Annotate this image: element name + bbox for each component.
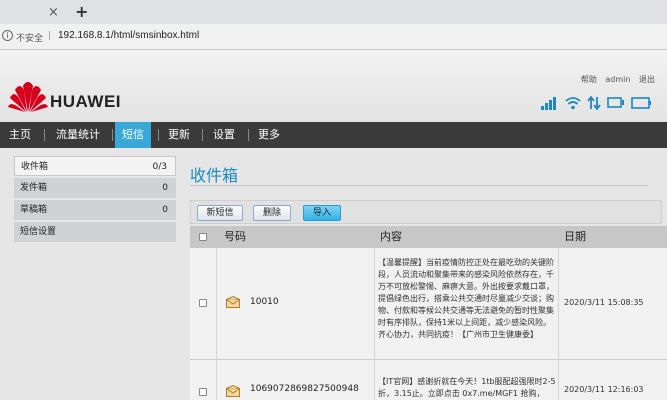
address-bar[interactable]: i 不安全 | 192.168.8.1/html/smsinbox.html — [0, 24, 667, 50]
sidebar-item-outbox[interactable]: 发件箱 0 — [14, 178, 176, 198]
sms-sidebar: 收件箱 0/3 发件箱 0 草稿箱 0 短信设置 — [14, 156, 176, 244]
import-button[interactable]: 导入 — [303, 205, 341, 221]
top-links: 帮助 admin 退出 — [575, 74, 655, 85]
sidebar-item-label: 发件箱 — [20, 183, 48, 193]
sidebar-item-drafts[interactable]: 草稿箱 0 — [14, 200, 176, 220]
page-header: 帮助 admin 退出 HUAWEI — [0, 50, 667, 122]
nav-settings[interactable]: 设置 — [206, 122, 242, 148]
envelope-icon — [226, 385, 240, 397]
delete-button[interactable]: 删除 — [253, 205, 291, 221]
cell-divider — [558, 360, 559, 400]
nav-home[interactable]: 主页 — [0, 122, 40, 148]
message-date: 2020/3/11 15:08:35 — [564, 298, 644, 307]
nav-separator — [112, 129, 113, 141]
new-sms-button[interactable]: 新短信 — [197, 205, 243, 221]
close-tab-icon[interactable]: × — [48, 5, 59, 20]
sidebar-item-inbox[interactable]: 收件箱 0/3 — [14, 156, 176, 176]
sidebar-item-label: 短信设置 — [20, 227, 57, 237]
cell-divider — [216, 248, 217, 359]
address-separator: | — [48, 31, 52, 41]
status-icons — [541, 96, 653, 112]
sidebar-item-label: 收件箱 — [21, 162, 49, 172]
nav-sms[interactable]: 短信 — [115, 122, 151, 148]
table-header: 号码 内容 日期 — [190, 226, 667, 248]
nav-traffic-stats[interactable]: 流量统计 — [48, 122, 108, 148]
user-name: admin — [605, 75, 631, 84]
data-transfer-icon — [587, 96, 601, 110]
title-divider — [190, 185, 648, 186]
signal-icon — [541, 97, 556, 110]
cell-divider — [374, 248, 375, 359]
sender-number: 1069072869827500948 — [250, 384, 359, 394]
column-header-number: 号码 — [224, 230, 246, 243]
sender-number: 10010 — [250, 297, 279, 307]
sidebar-item-count: 0/3 — [152, 162, 167, 172]
row-checkbox[interactable] — [199, 388, 207, 396]
nav-more[interactable]: 更多 — [252, 122, 286, 148]
cell-divider — [374, 360, 375, 400]
row-checkbox[interactable] — [199, 299, 207, 307]
message-table: 号码 内容 日期 10010 【温馨提醒】当前疫情防控正处在最吃劲的关键阶段，人… — [190, 226, 667, 400]
monitor-icon — [607, 97, 624, 108]
router-page: 帮助 admin 退出 HUAWEI 主页 流量统计 短信 更新 设置 更多 收… — [0, 50, 667, 400]
info-icon[interactable]: i — [2, 30, 13, 41]
nav-separator — [44, 129, 45, 141]
select-all-checkbox[interactable] — [199, 233, 207, 241]
column-header-content: 内容 — [380, 230, 402, 243]
envelope-icon — [226, 296, 240, 308]
message-content: 【温馨提醒】当前疫情防控正处在最吃劲的关键阶段，人员流动和聚集带来的感染风险依然… — [378, 258, 554, 339]
url-text[interactable]: 192.168.8.1/html/smsinbox.html — [58, 30, 199, 41]
table-row[interactable]: 10010 【温馨提醒】当前疫情防控正处在最吃劲的关键阶段，人员流动和聚集带来的… — [190, 248, 667, 360]
browser-tab-strip: × + — [0, 0, 667, 24]
sidebar-item-count: 0 — [162, 183, 168, 193]
sms-toolbar: 新短信 删除 导入 — [190, 200, 662, 224]
sidebar-item-label: 草稿箱 — [20, 205, 48, 215]
page-title: 收件箱 — [190, 166, 239, 185]
message-content: 【IT官网】感谢折就在今天！1tb服配超强限时2-5折，3.15止。立即点击 0… — [378, 377, 556, 398]
logout-link[interactable]: 退出 — [639, 75, 655, 84]
table-row[interactable]: 1069072869827500948 【IT官网】感谢折就在今天！1tb服配超… — [190, 360, 667, 400]
sidebar-item-sms-settings[interactable]: 短信设置 — [14, 222, 176, 242]
brand-name: HUAWEI — [50, 92, 121, 111]
nav-separator — [248, 129, 249, 141]
nav-separator — [202, 129, 203, 141]
battery-icon — [631, 97, 651, 109]
nav-update[interactable]: 更新 — [162, 122, 196, 148]
help-link[interactable]: 帮助 — [581, 75, 597, 84]
new-tab-button[interactable]: + — [75, 2, 88, 21]
wifi-icon — [565, 97, 581, 110]
cell-divider — [558, 248, 559, 359]
security-label[interactable]: 不安全 — [16, 31, 43, 44]
nav-separator — [158, 129, 159, 141]
sidebar-item-count: 0 — [162, 205, 168, 215]
column-header-date: 日期 — [564, 230, 586, 243]
huawei-logo-icon — [8, 82, 48, 112]
message-date: 2020/3/11 12:16:03 — [564, 385, 644, 394]
cell-divider — [216, 360, 217, 400]
main-nav: 主页 流量统计 短信 更新 设置 更多 — [0, 122, 667, 148]
